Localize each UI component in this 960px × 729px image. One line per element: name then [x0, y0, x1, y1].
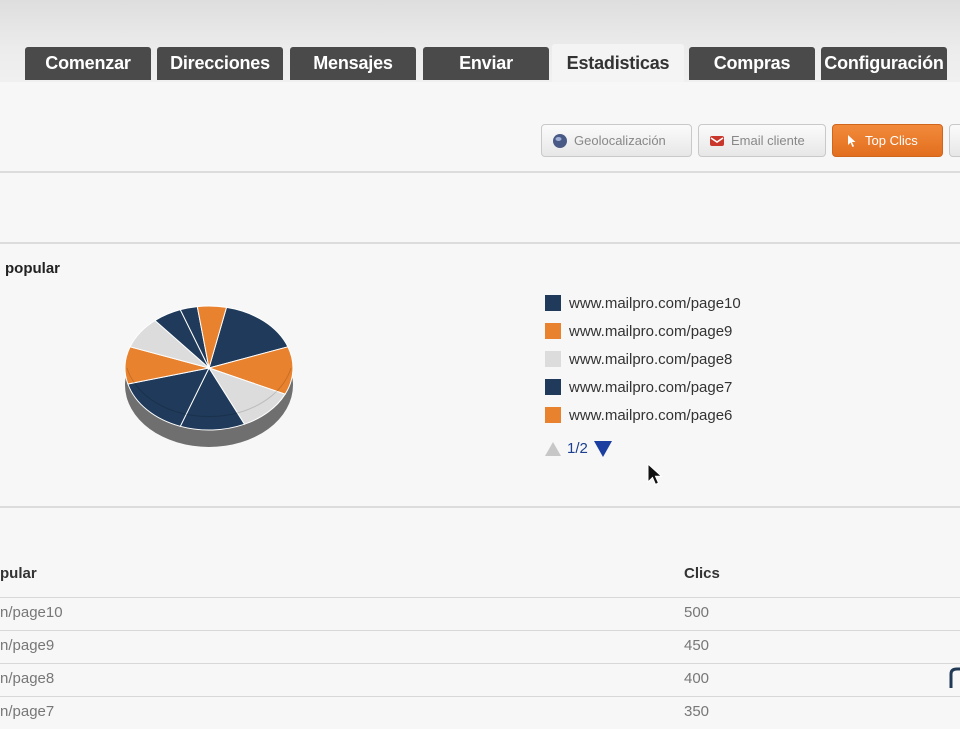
arc-icon — [949, 667, 960, 688]
divider — [0, 242, 960, 244]
tab-estadisticas[interactable]: Estadisticas — [552, 44, 684, 82]
pointer-icon — [848, 134, 856, 147]
previous-page-icon[interactable] — [545, 441, 561, 456]
divider — [0, 171, 960, 173]
pie-chart — [124, 305, 294, 447]
table-row[interactable]: n/page9 450 — [0, 630, 960, 663]
url-cell: n/page10 — [0, 604, 63, 621]
legend-label: www.mailpro.com/page9 — [569, 322, 733, 340]
legend-swatch — [545, 351, 561, 367]
url-cell: n/page7 — [0, 703, 55, 720]
url-cell: n/page9 — [0, 637, 55, 654]
next-page-icon[interactable] — [593, 440, 612, 457]
legend-item: www.mailpro.com/page10 — [545, 293, 741, 313]
tab-mensajes[interactable]: Mensajes — [290, 47, 416, 80]
email-cliente-button[interactable]: Email cliente — [698, 124, 826, 157]
tab-direcciones[interactable]: Direcciones — [157, 47, 283, 80]
tab-comenzar[interactable]: Comenzar — [25, 47, 151, 80]
legend-swatch — [545, 407, 561, 423]
more-button[interactable] — [949, 124, 960, 157]
email-client-icon — [710, 135, 724, 146]
table-row[interactable]: n/page8 400 — [0, 663, 960, 696]
legend-label: www.mailpro.com/page6 — [569, 406, 733, 424]
legend-swatch — [545, 323, 561, 339]
legend-label: www.mailpro.com/page8 — [569, 350, 733, 368]
table-row[interactable]: n/page7 350 — [0, 696, 960, 729]
geolocalizacion-label: Geolocalización — [574, 133, 666, 148]
clics-cell: 500 — [684, 604, 710, 621]
legend-swatch — [545, 295, 561, 311]
clics-cell: 350 — [684, 703, 710, 720]
tab-enviar[interactable]: Enviar — [423, 47, 549, 80]
table-row[interactable]: n/page10 500 — [0, 597, 960, 630]
legend-label: www.mailpro.com/page7 — [569, 378, 733, 396]
legend-item: www.mailpro.com/page7 — [545, 377, 732, 397]
tab-configuracion[interactable]: Configuración — [821, 47, 947, 80]
legend-item: www.mailpro.com/page8 — [545, 349, 732, 369]
legend-item: www.mailpro.com/page9 — [545, 321, 732, 341]
clics-cell: 400 — [684, 670, 710, 687]
legend-swatch — [545, 379, 561, 395]
top-clics-label: Top Clics — [865, 133, 918, 148]
divider — [0, 506, 960, 508]
tab-compras[interactable]: Compras — [689, 47, 815, 80]
legend-label: www.mailpro.com/page10 — [569, 294, 741, 312]
column-header-url: pular — [0, 565, 37, 582]
section-title: popular — [5, 260, 60, 277]
legend-item: www.mailpro.com/page6 — [545, 405, 732, 425]
globe-icon — [553, 133, 567, 148]
column-header-clics: Clics — [684, 565, 720, 582]
clics-cell: 450 — [684, 637, 710, 654]
email-cliente-label: Email cliente — [731, 133, 805, 148]
geolocalizacion-button[interactable]: Geolocalización — [541, 124, 692, 157]
top-clics-button[interactable]: Top Clics — [832, 124, 943, 157]
mouse-cursor-icon — [647, 463, 663, 486]
url-cell: n/page8 — [0, 670, 55, 687]
pager-label: 1/2 — [567, 440, 588, 457]
legend-pager: 1/2 — [545, 440, 612, 457]
